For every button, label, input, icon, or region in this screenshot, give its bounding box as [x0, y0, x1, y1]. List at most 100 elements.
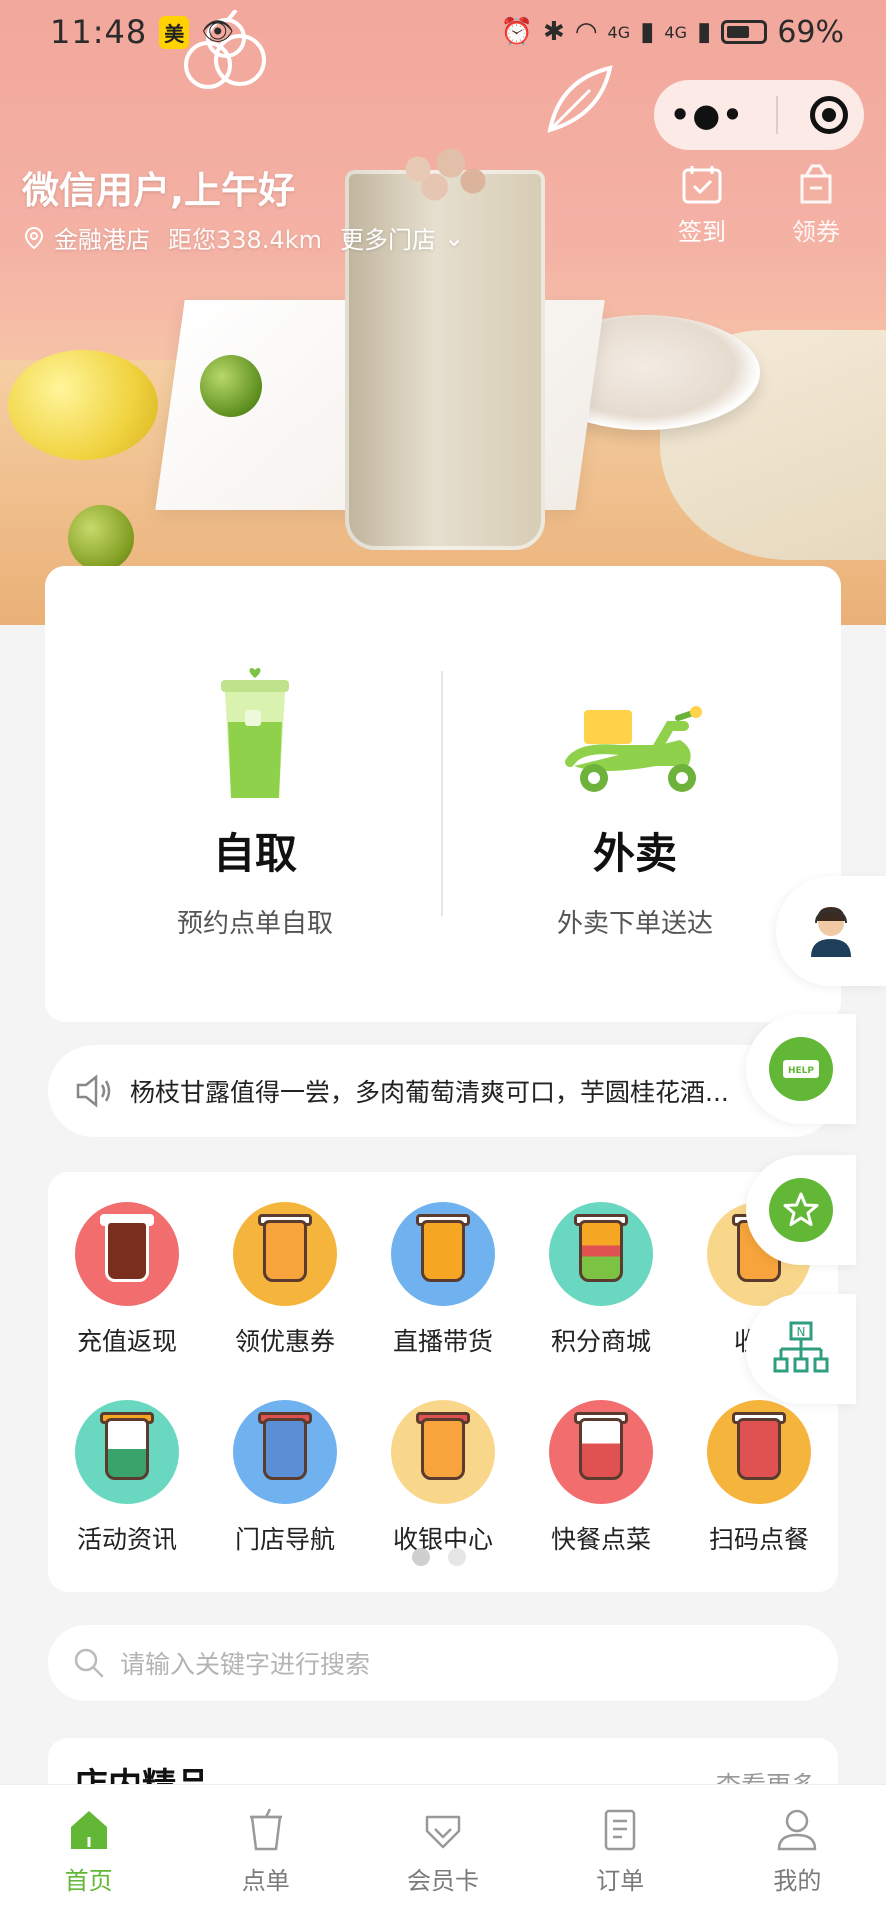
coupon-icon — [800, 164, 832, 204]
wifi-icon: ◠ — [574, 17, 598, 47]
order-divider — [441, 671, 443, 916]
help-button[interactable]: HELP — [746, 1014, 856, 1124]
get-coupon-button[interactable]: 领券 — [776, 162, 856, 247]
grid-item-label: 快餐点菜 — [550, 1525, 651, 1554]
grid-item-live[interactable]: 直播带货 — [364, 1202, 522, 1358]
capsule-divider — [776, 96, 779, 134]
store-distance: 距您338.4km — [168, 226, 322, 254]
star-icon — [769, 1178, 833, 1242]
status-icons: ⏰ ✱ ◠ 4G ▮ 4G ▮ 69% — [501, 15, 844, 50]
grid-item-coupons[interactable]: 领优惠券 — [206, 1202, 364, 1358]
hero-lemon — [8, 350, 158, 460]
store-selector[interactable]: 金融港店 距您338.4km 更多门店 ⌄ — [22, 220, 464, 255]
bottom-tab-bar: 首页 点单 会员卡 订单 我的 — [0, 1784, 886, 1920]
pagination-dot[interactable] — [412, 1548, 430, 1566]
store-nav-cup-icon — [233, 1400, 337, 1504]
pagination-dot[interactable] — [448, 1548, 466, 1566]
tab-label: 我的 — [773, 1867, 822, 1895]
grid-item-store-nav[interactable]: 门店导航 — [206, 1400, 364, 1556]
eye-icon: 👁 — [201, 17, 235, 47]
grid-item-cashier[interactable]: 收银中心 — [364, 1400, 522, 1556]
search-bar[interactable]: 请输入关键字进行搜索 — [48, 1625, 838, 1701]
tab-orders[interactable]: 订单 — [532, 1785, 709, 1920]
cup-icon — [249, 1808, 282, 1851]
tab-label: 会员卡 — [407, 1867, 479, 1895]
battery-icon — [721, 20, 768, 44]
more-stores-link[interactable]: 更多门店 — [340, 220, 436, 255]
tab-home[interactable]: 首页 — [0, 1785, 177, 1920]
grid-item-label: 积分商城 — [550, 1327, 651, 1356]
more-menu-icon[interactable]: •●• — [670, 96, 745, 134]
signin-label: 签到 — [678, 218, 726, 246]
signal-bars-icon: ▮ — [697, 17, 712, 47]
recharge-cashback-icon — [75, 1202, 179, 1306]
delivery-subtitle: 外卖下单送达 — [556, 909, 713, 939]
search-icon — [74, 1648, 104, 1678]
signin-button[interactable]: 签到 — [662, 162, 742, 247]
grid-item-label: 活动资讯 — [76, 1525, 177, 1554]
search-input[interactable]: 请输入关键字进行搜索 — [120, 1645, 370, 1681]
favorite-button[interactable] — [746, 1155, 856, 1265]
status-time: 11:48 — [50, 13, 148, 51]
tab-order[interactable]: 点单 — [177, 1785, 354, 1920]
leaf-outline-icon — [547, 65, 613, 133]
customer-service-icon — [811, 907, 851, 957]
grid-item-label: 领优惠券 — [234, 1327, 335, 1356]
grid-item-scan-order[interactable]: 扫码点餐 — [680, 1400, 838, 1556]
order-type-card: 自取 预约点单自取 外卖 外卖下单送达 — [45, 566, 841, 1022]
hero-lime — [200, 355, 262, 417]
delivery-title: 外卖 — [592, 829, 677, 878]
network-icon: N — [773, 1321, 829, 1373]
location-pin-icon — [24, 226, 44, 249]
coupon-cup-icon — [233, 1202, 337, 1306]
grid-item-label: 扫码点餐 — [708, 1525, 809, 1554]
grid-item-recharge[interactable]: 充值返现 — [48, 1202, 206, 1358]
pickup-option[interactable]: 自取 预约点单自取 — [85, 666, 425, 940]
signal-4g-icon: 4G — [664, 22, 687, 42]
signal-4g-icon: 4G — [607, 22, 631, 42]
customer-service-button[interactable] — [776, 876, 886, 986]
store-name: 金融港店 — [54, 226, 150, 254]
help-icon: HELP — [769, 1037, 833, 1101]
grid-item-label: 充值返现 — [76, 1327, 177, 1356]
hero-lime — [68, 505, 134, 571]
meituan-badge: 美 — [159, 15, 190, 49]
grid-item-points-mall[interactable]: 积分商城 — [522, 1202, 680, 1358]
grid-item-fast-food[interactable]: 快餐点菜 — [522, 1400, 680, 1556]
cashier-cup-icon — [391, 1400, 495, 1504]
close-miniprogram-icon[interactable] — [810, 96, 849, 134]
svg-text:N: N — [797, 1325, 806, 1339]
fast-food-cup-icon — [549, 1400, 653, 1504]
tab-member-card[interactable]: 会员卡 — [354, 1785, 531, 1920]
bluetooth-icon: ✱ — [543, 17, 565, 47]
tab-label: 首页 — [64, 1867, 113, 1895]
miniprogram-capsule: •●• — [654, 80, 864, 150]
svg-text:HELP: HELP — [788, 1066, 814, 1076]
grid-pagination — [412, 1548, 466, 1566]
signal-bars-icon: ▮ — [640, 17, 655, 47]
diamond-card-icon — [425, 1815, 461, 1849]
notice-text: 杨枝甘露值得一尝，多肉葡萄清爽可口，芋圆桂花酒... — [130, 1078, 729, 1107]
notice-bar[interactable]: 杨枝甘露值得一尝，多肉葡萄清爽可口，芋圆桂花酒... — [48, 1045, 838, 1137]
points-mall-cup-icon — [549, 1202, 653, 1306]
status-bar: 11:48 美 👁 ⏰ ✱ ◠ 4G ▮ 4G ▮ 69% — [0, 0, 886, 64]
grid-item-label: 门店导航 — [234, 1525, 335, 1554]
greeting-text: 微信用户,上午好 — [22, 169, 296, 212]
live-stream-cup-icon — [391, 1202, 495, 1306]
cup-drink-icon — [221, 667, 289, 798]
home-icon — [70, 1811, 107, 1849]
receipt-icon — [604, 1809, 636, 1851]
alarm-icon: ⏰ — [500, 17, 534, 47]
tab-label: 订单 — [596, 1867, 645, 1895]
pickup-title: 自取 — [212, 829, 297, 878]
events-cup-icon — [75, 1400, 179, 1504]
chevron-down-icon: ⌄ — [443, 223, 465, 252]
user-icon — [778, 1809, 817, 1851]
tab-profile[interactable]: 我的 — [709, 1785, 886, 1920]
scan-order-cup-icon — [707, 1400, 811, 1504]
grid-item-events[interactable]: 活动资讯 — [48, 1400, 206, 1556]
battery-percent: 69% — [777, 14, 844, 50]
hero-pearls — [385, 145, 495, 205]
delivery-option[interactable]: 外卖 外卖下单送达 — [465, 666, 805, 940]
network-button[interactable]: N — [746, 1294, 856, 1404]
